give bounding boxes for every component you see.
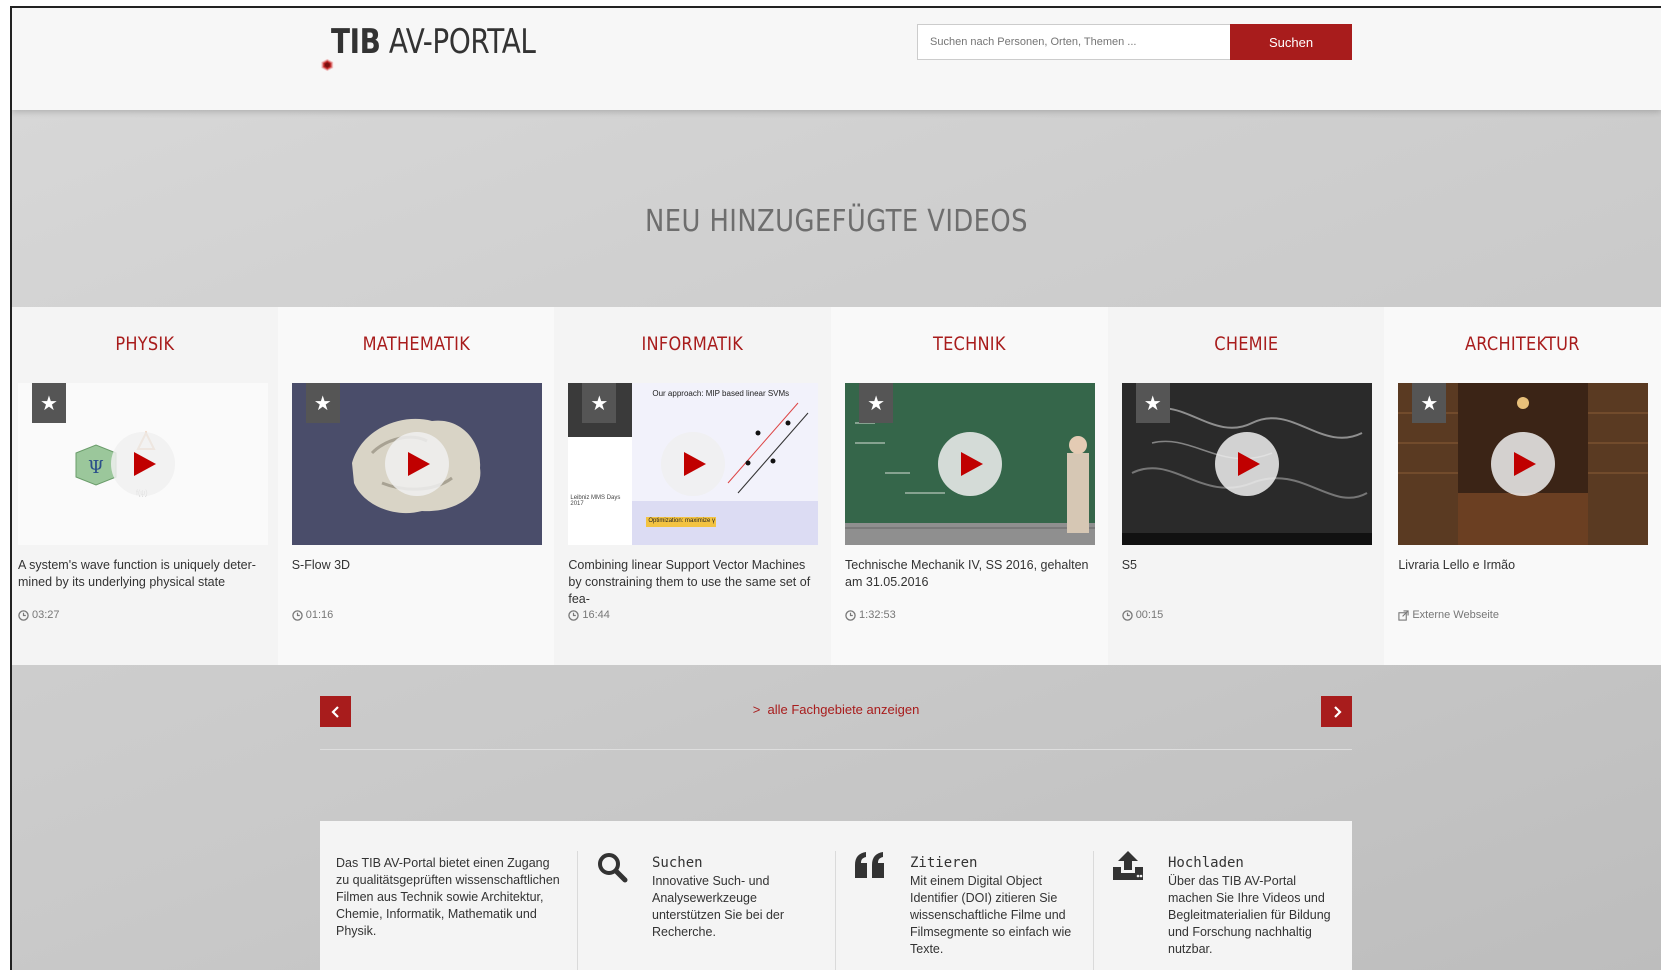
video-thumbnail[interactable]: ★ [1121,383,1372,545]
play-icon [684,452,707,476]
play-icon [407,452,430,476]
play-icon [961,452,984,476]
intro-text: Das TIB AV-Portal bietet einen Zugang zu… [320,851,578,970]
play-button[interactable] [1491,432,1556,496]
video-title[interactable]: Technische Mechanik IV, SS 2016, gehalte… [845,557,1097,591]
video-duration: 16:44 [568,609,610,621]
category-title[interactable]: CHEMIE [1128,333,1363,355]
category-title[interactable]: TECHNIK [852,333,1087,355]
chevron-right-icon: > [752,702,761,717]
clock-icon [18,609,29,621]
video-title[interactable]: S5 [1122,557,1374,574]
video-thumbnail[interactable]: ★ [291,383,542,545]
video-title[interactable]: Livraria Lello e Irmão [1398,557,1650,574]
play-button[interactable] [938,432,1003,496]
favorite-star-icon[interactable]: ★ [1135,383,1170,423]
video-duration: 00:15 [1121,609,1163,621]
category-mathematik: MATHEMATIK ★ S-Flow 3D 01:16 [277,307,555,665]
category-title[interactable]: MATHEMATIK [298,333,533,355]
category-architektur: ARCHITEKTUR ★ Livraria Lello e Irmão Ext… [1384,307,1661,665]
feature-text: Mit einem Digital Object Identifier (DOI… [910,874,1072,956]
external-link-icon [1398,609,1409,621]
site-logo[interactable]: TIB AV-PORTAL [320,22,580,98]
play-button[interactable] [661,432,726,496]
section-title: NEU HINZUGEFÜGTE VIDEOS [645,204,1028,239]
video-duration: 01:16 [291,609,333,621]
play-icon [1237,452,1260,476]
svg-text:Ψ: Ψ [88,457,104,478]
category-title[interactable]: INFORMATIK [575,333,810,355]
quote-icon [855,852,884,878]
favorite-star-icon[interactable]: ★ [305,383,340,423]
video-title[interactable]: S-Flow 3D [292,557,544,574]
logo-wordmark: TIB AV-PORTAL [330,22,536,62]
feature-title: Zitieren [910,855,978,871]
clock-icon [568,609,580,621]
chevron-right-icon [1333,705,1342,718]
search-input[interactable] [917,24,1230,60]
clock-icon [845,609,856,621]
feature-text: Innovative Such- und Analysewerkzeuge un… [652,874,785,939]
video-thumbnail[interactable]: ★ Our approach: MIP based linear SVMs Le… [568,383,819,545]
carousel-next-button[interactable] [1321,696,1352,727]
category-title[interactable]: PHYSIK [32,333,258,355]
video-thumbnail[interactable]: ★ [845,383,1096,545]
external-website-link[interactable]: Externe Webseite [1398,609,1499,621]
category-carousel: PHYSIK ★ Ψ f(ψ) A system's wave function… [12,307,1661,665]
play-button[interactable] [111,432,175,496]
play-button[interactable] [1214,432,1279,496]
slide-heading: Our approach: MIP based linear SVMs [652,389,790,398]
play-icon [1514,452,1537,476]
category-chemie: CHEMIE ★ S5 00:15 [1107,307,1385,665]
category-technik: TECHNIK ★ Technische Mechanik IV, SS 201… [831,307,1108,665]
slide-highlight: Optimization: maximize γ [648,518,716,524]
feature-cite: Zitieren Mit einem Digital Object Identi… [836,851,1094,970]
clock-icon [1121,609,1133,621]
category-physik: PHYSIK ★ Ψ f(ψ) A system's wave function… [12,307,278,665]
video-thumbnail[interactable]: ★ [1398,383,1649,545]
category-informatik: INFORMATIK ★ Our approach: MIP based lin… [554,307,832,665]
category-title[interactable]: ARCHITEKTUR [1405,333,1640,355]
info-panel: Das TIB AV-Portal bietet einen Zugang zu… [320,821,1352,970]
video-duration: 1:32:53 [845,609,896,621]
feature-upload: Hochladen Über das TIB AV-Portal machen … [1094,851,1352,970]
site-header: TIB AV-PORTAL Suchen [12,8,1661,110]
feature-title: Hochladen [1168,855,1244,871]
upload-icon [1113,851,1143,880]
carousel-navigation: > alle Fachgebiete anzeigen [320,696,1352,750]
favorite-star-icon[interactable]: ★ [859,383,894,423]
search-button[interactable]: Suchen [1230,24,1352,60]
feature-text: Über das TIB AV-Portal machen Sie Ihre V… [1168,874,1331,956]
play-icon [134,452,156,476]
clock-icon [291,609,303,621]
slide-event: Leibniz MMS Days 2017 [570,495,621,507]
feature-title: Suchen [652,855,703,871]
search-icon [598,853,628,883]
feature-search: Suchen Innovative Such- und Analysewerkz… [578,851,836,970]
video-title[interactable]: Combining linear Support Vector Machines… [568,557,820,608]
play-button[interactable] [384,432,449,496]
favorite-star-icon[interactable]: ★ [32,383,66,423]
all-subjects-link[interactable]: > alle Fachgebiete anzeigen [320,702,1352,717]
video-duration: 03:27 [18,609,60,621]
video-title[interactable]: A system's wave function is uniquely det… [18,557,270,591]
video-thumbnail[interactable]: ★ Ψ f(ψ) [18,383,268,545]
favorite-star-icon[interactable]: ★ [582,383,617,423]
page: TIB AV-PORTAL Suchen NEU HINZUGEFÜGTE VI… [10,6,1661,970]
favorite-star-icon[interactable]: ★ [1412,383,1447,423]
